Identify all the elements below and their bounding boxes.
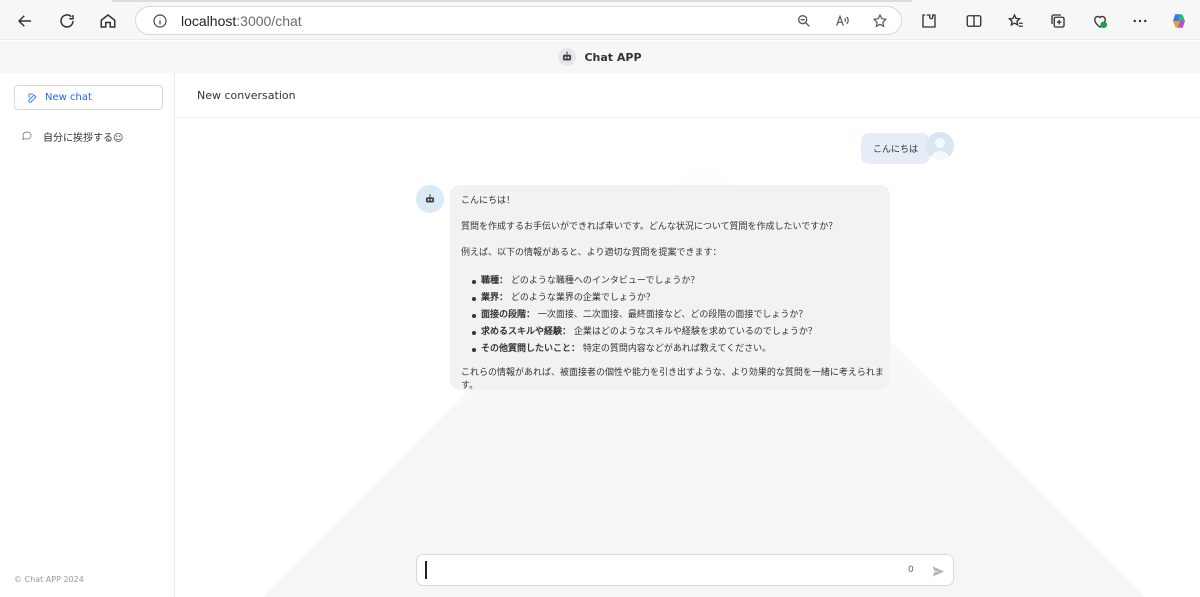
read-aloud-icon[interactable] bbox=[832, 11, 852, 31]
list-item-label: 面接の段階： bbox=[481, 310, 536, 320]
tab-strip bbox=[112, 0, 912, 2]
list-item-text: 企業はどのようなスキルや経験を求めているのでしょうか？ bbox=[571, 327, 817, 337]
list-item-label: その他質問したいこと： bbox=[481, 344, 581, 354]
app-header: Chat APP bbox=[0, 41, 1200, 73]
user-message-bubble: こんにちは bbox=[861, 133, 931, 164]
user-message-text: こんにちは bbox=[873, 145, 919, 155]
zoom-icon[interactable] bbox=[794, 11, 814, 31]
user-avatar-icon bbox=[926, 132, 954, 160]
url-path: :3000/chat bbox=[236, 13, 302, 29]
refresh-icon[interactable] bbox=[54, 8, 80, 34]
sidebar: New chat 自分に挨拶する☺ © Chat APP 2024 bbox=[0, 73, 175, 597]
message-input[interactable] bbox=[425, 561, 885, 579]
favorites-icon[interactable] bbox=[1005, 10, 1027, 32]
chat-bubble-icon bbox=[21, 130, 33, 142]
list-item-text: 特定の質問内容などがあれば教えてください。 bbox=[580, 344, 772, 354]
bot-message-bubble: こんにちは！ 質問を作成するお手伝いができれば幸いです。どんな状況について質問を… bbox=[450, 185, 890, 391]
list-item-text: どのような職種へのインタビューでしょうか？ bbox=[508, 276, 700, 286]
bot-avatar-icon bbox=[416, 185, 444, 213]
conversation-title: New conversation bbox=[197, 89, 296, 102]
app-title: Chat APP bbox=[584, 50, 642, 64]
bot-message-greeting: こんにちは！ bbox=[461, 196, 516, 206]
list-item: 職種： どのような職種へのインタビューでしょうか？ bbox=[472, 273, 817, 290]
list-item-label: 業界： bbox=[481, 293, 509, 303]
conversation-label: 自分に挨拶する☺ bbox=[43, 132, 124, 144]
robot-logo-icon bbox=[558, 48, 577, 66]
list-item-text: 一次面接、二次面接、最終面接など、どの段階の面接でしょうか？ bbox=[535, 310, 808, 320]
browser-toolbar: localhost:3000/chat bbox=[0, 0, 1200, 40]
bot-message-list: 職種： どのような職種へのインタビューでしょうか？ 業界： どのような業界の企業… bbox=[472, 273, 817, 358]
sidebar-conversation-item[interactable]: 自分に挨拶する☺ bbox=[14, 125, 163, 147]
back-icon[interactable] bbox=[12, 8, 38, 34]
list-item-label: 求めるスキルや経験： bbox=[481, 327, 572, 337]
browser-essentials-icon[interactable] bbox=[1089, 10, 1111, 32]
chat-main: New conversation こんにちは こんにちは！ 質問を作成するお手伝… bbox=[176, 73, 1200, 597]
extensions-icon[interactable] bbox=[918, 10, 940, 32]
edit-icon bbox=[27, 92, 39, 104]
list-item: その他質問したいこと： 特定の質問内容などがあれば教えてください。 bbox=[472, 341, 817, 358]
conversation-header: New conversation bbox=[176, 73, 1200, 118]
bot-message-paragraph: これらの情報があれば、被面接者の個性や能力を引き出すような、より効果的な質問を一… bbox=[461, 368, 884, 391]
bot-message-paragraph: 例えば、以下の情報があると、より適切な質問を提案できます： bbox=[461, 248, 722, 258]
list-item: 業界： どのような業界の企業でしょうか？ bbox=[472, 290, 817, 307]
list-item: 面接の段階： 一次面接、二次面接、最終面接など、どの段階の面接でしょうか？ bbox=[472, 307, 817, 324]
url-host: localhost bbox=[181, 13, 237, 29]
bot-message-paragraph: 質問を作成するお手伝いができれば幸いです。どんな状況について質問を作成したいです… bbox=[461, 222, 838, 232]
split-screen-icon[interactable] bbox=[963, 10, 985, 32]
info-icon[interactable] bbox=[150, 11, 170, 31]
copilot-icon[interactable] bbox=[1168, 10, 1190, 32]
url-text[interactable]: localhost:3000/chat bbox=[181, 13, 302, 29]
list-item-label: 職種： bbox=[481, 276, 509, 286]
collections-icon[interactable] bbox=[1047, 10, 1069, 32]
list-item: 求めるスキルや経験： 企業はどのようなスキルや経験を求めているのでしょうか？ bbox=[472, 324, 817, 341]
address-bar[interactable]: localhost:3000/chat bbox=[135, 6, 902, 35]
list-item-text: どのような業界の企業でしょうか？ bbox=[508, 293, 655, 303]
more-options-icon[interactable] bbox=[1129, 10, 1151, 32]
message-input-box: 0 bbox=[416, 554, 954, 586]
new-chat-button[interactable]: New chat bbox=[14, 85, 163, 110]
copyright-text: © Chat APP 2024 bbox=[14, 575, 84, 584]
home-icon[interactable] bbox=[95, 8, 121, 34]
favorite-star-icon[interactable] bbox=[870, 11, 890, 31]
send-icon[interactable] bbox=[929, 562, 947, 580]
new-chat-label: New chat bbox=[45, 92, 92, 103]
char-count: 0 bbox=[908, 565, 914, 575]
